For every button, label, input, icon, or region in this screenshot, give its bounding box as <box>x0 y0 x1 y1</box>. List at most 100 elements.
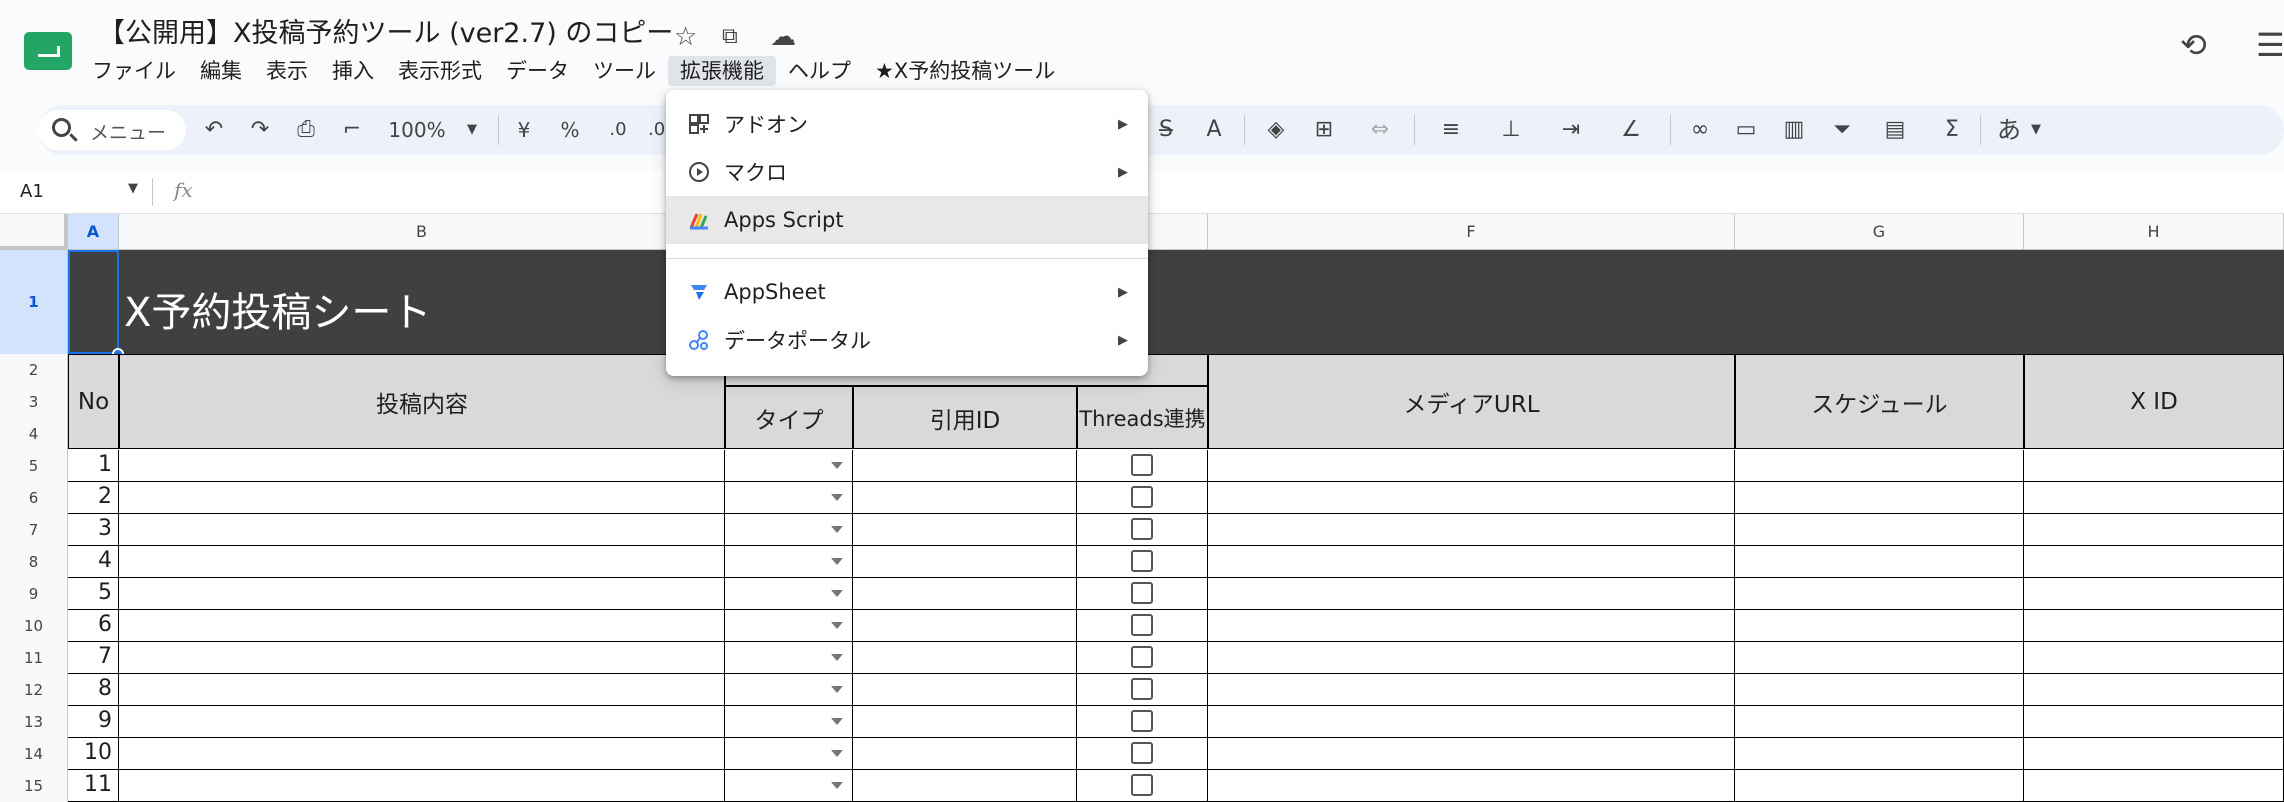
column-header-b[interactable]: B <box>119 214 725 250</box>
table-cell[interactable] <box>1208 706 1735 738</box>
menu-x-tool[interactable]: ★X予約投稿ツール <box>863 56 1067 86</box>
table-cell[interactable] <box>1208 546 1735 578</box>
star-icon[interactable]: ☆ <box>674 22 697 52</box>
insert-comment-icon[interactable]: ▭ <box>1730 112 1762 148</box>
row-header[interactable]: 8 <box>0 546 68 578</box>
table-cell[interactable] <box>853 770 1077 802</box>
dropdown-arrow-icon[interactable] <box>831 494 843 501</box>
table-cell[interactable] <box>853 514 1077 546</box>
cell-threads[interactable] <box>1077 482 1208 514</box>
filter-views-icon[interactable]: ▤ <box>1870 112 1920 148</box>
paint-format-icon[interactable]: ⌐ <box>336 112 368 148</box>
menu-edit[interactable]: 編集 <box>188 56 254 86</box>
strikethrough-icon[interactable]: S̶ <box>1152 112 1180 148</box>
row-header[interactable]: 12 <box>0 674 68 706</box>
column-header-g[interactable]: G <box>1735 214 2024 250</box>
row-header[interactable]: 9 <box>0 578 68 610</box>
threads-checkbox[interactable] <box>1131 582 1153 604</box>
threads-checkbox[interactable] <box>1131 550 1153 572</box>
row-header[interactable]: 2 <box>0 354 68 386</box>
cell-type-dropdown[interactable] <box>725 674 853 706</box>
table-cell[interactable] <box>119 482 725 514</box>
table-cell[interactable] <box>2024 482 2284 514</box>
dropdown-arrow-icon[interactable] <box>831 462 843 469</box>
vertical-align-icon[interactable]: ⊥ <box>1486 112 1536 148</box>
cell-no[interactable]: 11 <box>68 770 119 802</box>
cell-no[interactable]: 7 <box>68 642 119 674</box>
threads-checkbox[interactable] <box>1131 646 1153 668</box>
table-cell[interactable] <box>1208 450 1735 482</box>
print-icon[interactable]: ⎙ <box>290 112 322 148</box>
table-cell[interactable] <box>1735 610 2024 642</box>
dropdown-arrow-icon[interactable] <box>831 686 843 693</box>
filter-icon[interactable]: ⏷ <box>1826 112 1858 148</box>
threads-checkbox[interactable] <box>1131 710 1153 732</box>
cell-type-dropdown[interactable] <box>725 514 853 546</box>
row-header[interactable]: 11 <box>0 642 68 674</box>
table-cell[interactable] <box>119 738 725 770</box>
cell-threads[interactable] <box>1077 514 1208 546</box>
table-cell[interactable] <box>1208 738 1735 770</box>
column-header-h[interactable]: H <box>2024 214 2284 250</box>
table-cell[interactable] <box>1208 514 1735 546</box>
horizontal-align-icon[interactable]: ≡ <box>1426 112 1476 148</box>
table-cell[interactable] <box>1208 642 1735 674</box>
table-cell[interactable] <box>119 642 725 674</box>
currency-format-button[interactable]: ¥ <box>512 112 536 148</box>
column-header-f[interactable]: F <box>1208 214 1735 250</box>
row-header[interactable]: 5 <box>0 450 68 482</box>
cell-type-dropdown[interactable] <box>725 482 853 514</box>
selected-cell-a1[interactable] <box>68 250 119 354</box>
table-cell[interactable] <box>853 674 1077 706</box>
cell-threads[interactable] <box>1077 706 1208 738</box>
table-cell[interactable] <box>2024 610 2284 642</box>
table-cell[interactable] <box>1208 674 1735 706</box>
table-cell[interactable] <box>2024 738 2284 770</box>
cell-threads[interactable] <box>1077 642 1208 674</box>
table-cell[interactable] <box>2024 642 2284 674</box>
row-header[interactable]: 7 <box>0 514 68 546</box>
cloud-status-icon[interactable]: ☁ <box>770 22 796 52</box>
cell-no[interactable]: 5 <box>68 578 119 610</box>
insert-link-icon[interactable]: ∞ <box>1684 112 1716 148</box>
table-cell[interactable] <box>1208 770 1735 802</box>
merge-cells-icon[interactable]: ⇔ <box>1358 112 1402 148</box>
document-title[interactable]: 【公開用】X投稿予約ツール (ver2.7) のコピー <box>98 16 673 52</box>
cell-no[interactable]: 4 <box>68 546 119 578</box>
table-cell[interactable] <box>1208 610 1735 642</box>
row-header[interactable]: 4 <box>0 418 68 450</box>
cell-threads[interactable] <box>1077 546 1208 578</box>
menu-tools[interactable]: ツール <box>581 56 668 86</box>
table-cell[interactable] <box>1735 738 2024 770</box>
name-box-chevron-down-icon[interactable]: ▼ <box>128 181 138 196</box>
table-cell[interactable] <box>853 450 1077 482</box>
row-header[interactable]: 14 <box>0 738 68 770</box>
cell-type-dropdown[interactable] <box>725 450 853 482</box>
row-header[interactable]: 3 <box>0 386 68 418</box>
zoom-select[interactable]: 100% <box>384 112 450 148</box>
table-cell[interactable] <box>1735 674 2024 706</box>
table-cell[interactable] <box>119 706 725 738</box>
table-cell[interactable] <box>2024 578 2284 610</box>
table-cell[interactable] <box>1735 482 2024 514</box>
threads-checkbox[interactable] <box>1131 774 1153 796</box>
cell-threads[interactable] <box>1077 738 1208 770</box>
threads-checkbox[interactable] <box>1131 742 1153 764</box>
cell-threads[interactable] <box>1077 770 1208 802</box>
table-cell[interactable] <box>1735 770 2024 802</box>
table-cell[interactable] <box>853 610 1077 642</box>
dropdown-arrow-icon[interactable] <box>831 718 843 725</box>
sheets-logo-icon[interactable] <box>24 32 72 70</box>
zoom-chevron-down-icon[interactable]: ▼ <box>462 112 482 148</box>
table-cell[interactable] <box>119 514 725 546</box>
cell-type-dropdown[interactable] <box>725 706 853 738</box>
cell-no[interactable]: 8 <box>68 674 119 706</box>
table-cell[interactable] <box>1735 546 2024 578</box>
move-folder-icon[interactable]: ⧉ <box>722 24 738 49</box>
row-header[interactable]: 6 <box>0 482 68 514</box>
insert-chart-icon[interactable]: ▥ <box>1778 112 1810 148</box>
menu-file[interactable]: ファイル <box>80 56 188 86</box>
fill-color-icon[interactable]: ◈ <box>1260 112 1292 148</box>
table-cell[interactable] <box>2024 450 2284 482</box>
input-tools-button[interactable]: あ <box>1992 112 2026 148</box>
